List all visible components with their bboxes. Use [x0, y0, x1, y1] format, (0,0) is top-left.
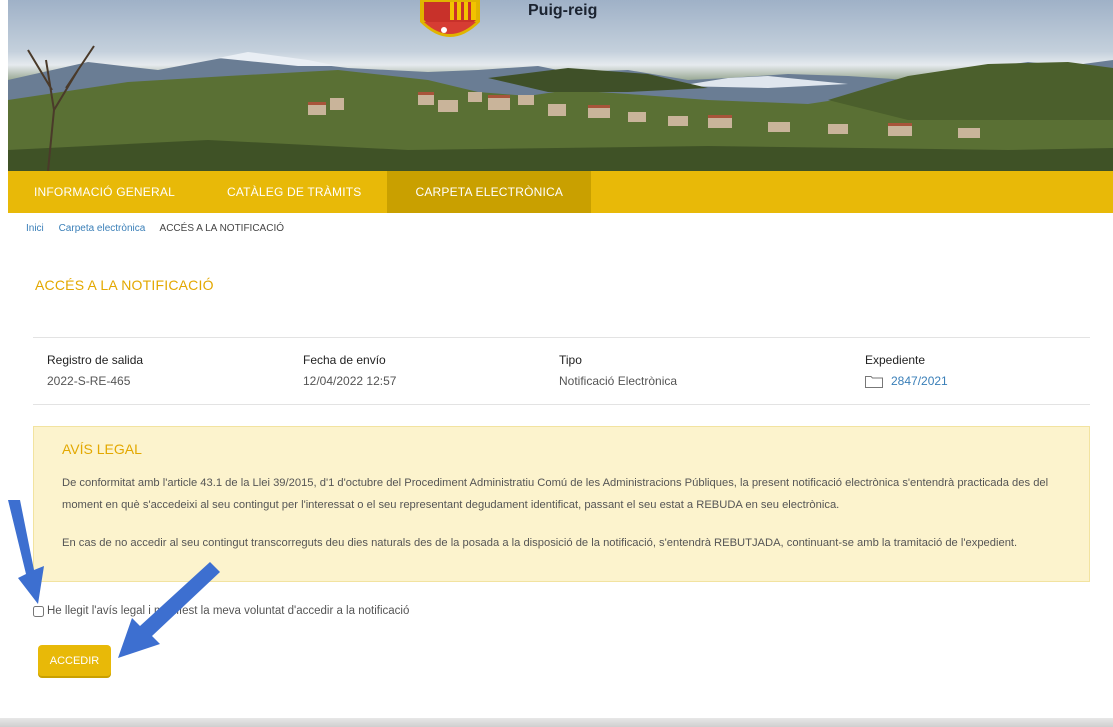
tipo-value: Notificació Electrònica: [559, 374, 678, 388]
fecha-label: Fecha de envío: [303, 353, 386, 367]
breadcrumb-inici[interactable]: Inici: [26, 223, 44, 234]
accedir-button[interactable]: ACCEDIR: [38, 645, 111, 676]
town-name: Puig-reig: [528, 2, 598, 19]
main-nav: INFORMACIÓ GENERAL CATÀLEG DE TRÀMITS CA…: [8, 171, 1113, 213]
fecha-column: Fecha de envío 12/04/2022 12:57: [303, 353, 396, 388]
consent-label: He llegit l'avís legal i manifest la mev…: [47, 605, 410, 617]
expediente-value[interactable]: 2847/2021: [891, 374, 948, 388]
fecha-value: 12/04/2022 12:57: [303, 374, 397, 388]
landscape-image: [8, 0, 1113, 171]
page-title: ACCÉS A LA NOTIFICACIÓ: [35, 277, 214, 293]
coat-of-arms-icon: [420, 0, 480, 37]
folder-icon: [865, 375, 883, 388]
footer-divider: [0, 718, 1113, 727]
registro-label: Registro de salida: [47, 353, 144, 367]
expediente-label: Expediente: [865, 353, 926, 367]
legal-title: AVÍS LEGAL: [62, 441, 142, 457]
legal-paragraph-1: De conformitat amb l'article 43.1 de la …: [62, 477, 1049, 511]
nav-item-carpeta-electronica[interactable]: CARPETA ELECTRÒNICA: [387, 171, 592, 213]
nav-item-cataleg-tramits[interactable]: CATÀLEG DE TRÀMITS: [201, 171, 388, 213]
annotation-arrow-icon: [8, 500, 44, 604]
header-banner: Puig-reig: [8, 0, 1113, 171]
notification-details: Registro de salida 2022-S-RE-465 Fecha d…: [33, 337, 1090, 405]
tipo-label: Tipo: [559, 353, 582, 367]
expediente-link[interactable]: 2847/2021: [865, 374, 948, 388]
legal-notice: AVÍS LEGAL De conformitat amb l'article …: [33, 426, 1090, 582]
breadcrumb-carpeta[interactable]: Carpeta electrònica: [59, 223, 146, 234]
breadcrumb-current: ACCÉS A LA NOTIFICACIÓ: [159, 223, 285, 234]
expediente-column: Expediente 2847/2021: [865, 353, 948, 388]
annotation-arrow-icon: [118, 562, 220, 658]
breadcrumb: Inici Carpeta electrònica ACCÉS A LA NOT…: [26, 223, 284, 234]
tipo-column: Tipo Notificació Electrònica: [559, 353, 677, 388]
nav-item-informacio-general[interactable]: INFORMACIÓ GENERAL: [8, 171, 201, 213]
registro-column: Registro de salida 2022-S-RE-465: [47, 353, 143, 388]
registro-value: 2022-S-RE-465: [47, 374, 131, 388]
legal-paragraph-2: En cas de no accedir al seu contingut tr…: [62, 537, 1018, 549]
